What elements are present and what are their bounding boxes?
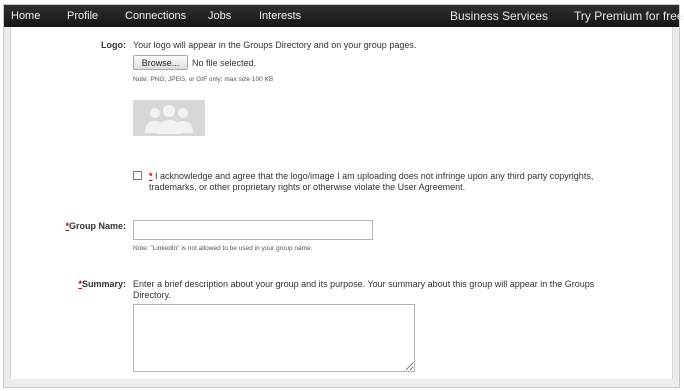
nav-connections[interactable]: Connections <box>125 5 186 27</box>
browse-button[interactable]: Browse... <box>133 55 188 70</box>
logo-label: Logo: <box>101 40 126 50</box>
acknowledge-checkbox[interactable] <box>133 171 142 180</box>
group-silhouette-icon <box>145 105 193 134</box>
group-logo-placeholder <box>133 100 205 136</box>
logo-file-note: Note: PNG, JPEG, or GIF only; max size 1… <box>133 76 274 83</box>
summary-label: *Summary: <box>6 279 126 289</box>
acknowledge-text: * I acknowledge and agree that the logo/… <box>149 171 619 193</box>
group-name-label-text: Group Name: <box>68 221 126 231</box>
logo-description: Your logo will appear in the Groups Dire… <box>133 40 417 50</box>
nav-interests[interactable]: Interests <box>259 5 301 27</box>
nav-home[interactable]: Home <box>11 5 40 27</box>
nav-try-premium[interactable]: Try Premium for free <box>574 5 684 27</box>
nav-jobs[interactable]: Jobs <box>208 5 231 27</box>
summary-textarea[interactable] <box>133 304 415 372</box>
acknowledge-statement: I acknowledge and agree that the logo/im… <box>149 171 594 192</box>
group-name-label: *Group Name: <box>6 221 126 231</box>
required-marker: * <box>149 171 153 181</box>
nav-profile[interactable]: Profile <box>67 5 98 27</box>
group-name-input[interactable] <box>133 220 373 240</box>
nav-business-services[interactable]: Business Services <box>450 5 548 27</box>
file-status-text: No file selected. <box>192 58 257 68</box>
group-name-note: Note: "LinkedIn" is not allowed to be us… <box>133 245 313 252</box>
summary-label-text: Summary: <box>81 279 126 289</box>
top-navigation-bar: Home Profile Connections Jobs Interests … <box>4 5 684 27</box>
summary-description: Enter a brief description about your gro… <box>133 279 595 300</box>
